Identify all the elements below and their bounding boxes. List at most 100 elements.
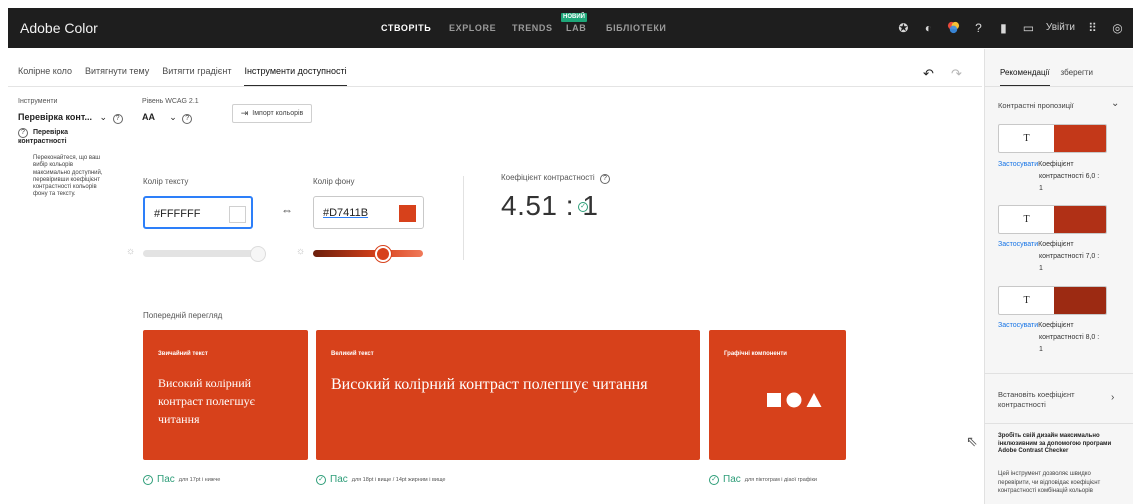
wcag-label: Рівень WCAG 2.1 — [142, 98, 199, 105]
ratio-value: контрастності 7,0 :1 — [1039, 253, 1100, 272]
tabs-divider — [8, 86, 982, 87]
tab-extract-theme[interactable]: Витягнути тему — [85, 66, 149, 87]
pass-label: Пас — [157, 474, 175, 485]
wcag-value: AA — [142, 112, 155, 122]
text-brightness-handle[interactable] — [250, 246, 266, 262]
graphic-shapes — [766, 392, 822, 408]
apply-link[interactable]: Застосувати — [998, 241, 1038, 248]
suggestion-text-sample: T — [1023, 295, 1030, 306]
card-sample-text: Високий колірний контраст полегшує читан… — [158, 376, 255, 426]
ratio-value: контрастності 8,0 :1 — [1039, 334, 1100, 353]
suggestion-swatch[interactable]: T — [998, 124, 1107, 153]
triangle-icon — [806, 393, 822, 407]
info-icon[interactable]: ? — [599, 174, 610, 184]
card-heading: Звичайний текст — [158, 351, 208, 357]
mode-tabs: Колірне коло Витягнути тему Витягти град… — [18, 66, 360, 87]
nav-trends[interactable]: TRENDS — [512, 23, 553, 33]
mouse-cursor-icon: ⇖ — [966, 433, 978, 449]
suggestion-apply-row: ЗастосуватиКоефіцієнт контрастності 7,0 … — [998, 239, 1128, 275]
chevron-down-icon: ⌄ — [169, 112, 177, 122]
creative-cloud-icon[interactable]: ◎ — [1110, 20, 1125, 35]
bookmark-icon[interactable]: ▮ — [996, 20, 1011, 35]
apps-grid-icon[interactable]: ⠿ — [1085, 20, 1100, 35]
login-link[interactable]: Увійти — [1046, 22, 1075, 33]
card-heading: Великий текст — [331, 351, 374, 357]
right-panel-tabs: Рекомендації зберегти — [1000, 68, 1104, 87]
tools-label: Інструменти — [18, 98, 58, 105]
contrast-suggestions-heading[interactable]: Контрастні пропозиції — [998, 101, 1074, 110]
pass-detail: для 18pt і вище / 14pt жирним і вище — [351, 476, 446, 483]
info-icon[interactable]: ? — [112, 114, 123, 124]
nav-create[interactable]: СТВОРІТЬ — [381, 23, 431, 33]
import-colors-label: Імпорт кольорів — [252, 110, 304, 117]
undo-icon[interactable]: ↶ — [923, 66, 934, 82]
nav-libraries[interactable]: БІБЛІОТЕКИ — [606, 23, 667, 33]
right-panel-divider — [985, 373, 1133, 374]
suggestion-swatch[interactable]: T — [998, 205, 1107, 234]
apply-link[interactable]: Застосувати — [998, 322, 1038, 329]
right-panel: Рекомендації зберегти Контрастні пропози… — [984, 49, 1133, 504]
chevron-down-icon[interactable]: ⌄ — [1111, 98, 1119, 109]
pass-label: Пас — [330, 474, 348, 485]
suggestion-color — [1054, 125, 1106, 152]
color-wheel-icon[interactable]: ✪ — [896, 20, 911, 35]
bg-brightness-slider[interactable] — [313, 250, 423, 257]
import-icon: ⇥ — [240, 108, 249, 118]
set-contrast-ratio[interactable]: Встановіть коефіцієнт контрастності — [998, 390, 1098, 410]
tab-extract-gradient[interactable]: Витягти градієнт — [162, 66, 231, 87]
bg-brightness-handle[interactable] — [375, 246, 391, 262]
chevron-right-icon[interactable]: › — [1111, 392, 1114, 403]
preview-card-large: Великий текст Високий колірний контраст … — [316, 330, 700, 460]
help-icon[interactable]: ? — [971, 20, 986, 35]
info-icon[interactable]: ? — [18, 128, 28, 138]
tab-accessibility-tools[interactable]: Інструменти доступності — [244, 66, 347, 87]
brightness-icon: ☼ — [296, 246, 306, 257]
contrast-icon[interactable]: ◐ — [921, 20, 936, 35]
text-brightness-slider[interactable] — [143, 250, 263, 257]
bg-color-swatch[interactable] — [399, 205, 416, 222]
brightness-icon: ☼ — [126, 246, 136, 257]
check-circle-icon: ✓ — [143, 474, 153, 485]
text-color-field[interactable]: #FFFFFF — [143, 196, 253, 229]
app-title[interactable]: Adobe Color — [20, 20, 98, 36]
right-panel-divider — [985, 423, 1133, 424]
redo-icon[interactable]: ↷ — [951, 66, 962, 82]
suggestion-color — [1054, 206, 1106, 233]
swap-colors-icon[interactable]: ⇔ — [281, 203, 293, 217]
square-icon — [767, 393, 781, 407]
import-colors-button[interactable]: ⇥ Імпорт кольорів — [232, 104, 312, 123]
circle-icon — [786, 392, 802, 408]
ratio-value: контрастності 6,0 :1 — [1039, 173, 1100, 192]
preview-title: Попередній перегляд — [143, 311, 223, 320]
check-circle-icon: ✓ — [578, 202, 588, 212]
card-heading: Графічні компоненти — [724, 351, 787, 357]
suggestion-apply-row: ЗастосуватиКоефіцієнт контрастності 8,0 … — [998, 320, 1128, 356]
apply-link[interactable]: Застосувати — [998, 161, 1038, 168]
chat-icon[interactable]: ▭ — [1021, 20, 1036, 35]
nav-explore[interactable]: EXPLORE — [449, 23, 496, 33]
tools-dropdown[interactable]: Перевірка конт... ⌄ ? — [18, 112, 123, 124]
suggestion-text-sample: T — [1023, 214, 1030, 225]
suggestion-swatch[interactable]: T — [998, 286, 1107, 315]
pass-normal: ✓ Пас для 17pt і нижче — [143, 474, 220, 485]
text-color-value[interactable]: #FFFFFF — [154, 208, 200, 220]
ratio-label: Коефіцієнт — [1038, 241, 1074, 248]
wcag-dropdown[interactable]: AA ⌄ ? — [142, 112, 193, 124]
nav-lab[interactable]: LAB — [566, 23, 586, 33]
info-icon[interactable]: ? — [182, 114, 193, 124]
promo-text: Цей інструмент дозволяє швидко перевірит… — [998, 471, 1101, 494]
pass-graphics: ✓ Пас для піктограм і діаої графіки — [709, 474, 817, 485]
preview-card-normal: Звичайний текст Високий колірний контрас… — [143, 330, 308, 460]
tab-recommendations[interactable]: Рекомендації — [1000, 68, 1050, 87]
bg-color-value[interactable]: #D7411B — [323, 207, 368, 219]
new-badge: НОВИЙ — [561, 13, 587, 22]
text-color-swatch[interactable] — [229, 206, 246, 223]
card-sample-text: Високий колірний контраст полегшує читан… — [331, 376, 648, 393]
ratio-label: Коефіцієнт — [1038, 322, 1074, 329]
tab-color-wheel[interactable]: Колірне коло — [18, 66, 72, 87]
suggestion-text-sample: T — [1023, 133, 1030, 144]
bg-color-field[interactable]: #D7411B — [313, 196, 424, 229]
check-circle-icon: ✓ — [316, 474, 326, 485]
adobe-apps-icon[interactable] — [946, 20, 961, 35]
tab-save[interactable]: зберегти — [1061, 68, 1093, 87]
